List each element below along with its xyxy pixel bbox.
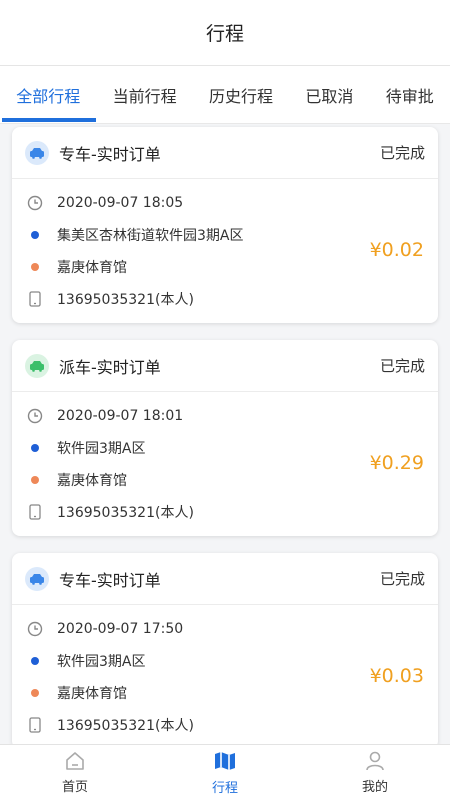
nav-profile[interactable]: 我的 bbox=[320, 750, 430, 795]
page-title: 行程 bbox=[205, 23, 244, 45]
passenger-phone: 13695035321(本人) bbox=[57, 292, 194, 308]
order-price: ¥0.02 bbox=[369, 239, 424, 261]
bottom-tab-bar: 首页 行程 我的 bbox=[0, 744, 450, 800]
order-type: 专车-实时订单 bbox=[59, 570, 161, 590]
nav-home[interactable]: 首页 bbox=[20, 750, 130, 795]
order-card[interactable]: 专车-实时订单 已完成 2020-09-07 18:05 集美区杏林街道软件园3… bbox=[12, 127, 438, 323]
passenger-phone: 13695035321(本人) bbox=[57, 718, 194, 734]
order-time-row: 2020-09-07 17:50 bbox=[25, 613, 425, 645]
nav-home-label: 首页 bbox=[61, 780, 88, 795]
order-details: 2020-09-07 18:01 软件园3期A区 嘉庚体育馆 136950353… bbox=[12, 392, 438, 528]
phone-row: 13695035321(本人) bbox=[25, 709, 425, 741]
map-icon bbox=[215, 752, 235, 770]
origin-row: 软件园3期A区 bbox=[25, 432, 425, 464]
tab-cancelled[interactable]: 已取消 bbox=[301, 66, 357, 124]
phone-row: 13695035321(本人) bbox=[25, 283, 425, 315]
order-time-row: 2020-09-07 18:05 bbox=[25, 187, 425, 219]
trip-filter-tabs: 全部行程 当前行程 历史行程 已取消 待审批 bbox=[0, 66, 450, 124]
order-time: 2020-09-07 17:50 bbox=[57, 621, 184, 637]
tab-current-trips[interactable]: 当前行程 bbox=[109, 66, 181, 124]
passenger-phone: 13695035321(本人) bbox=[57, 505, 194, 521]
order-time-row: 2020-09-07 18:01 bbox=[25, 400, 425, 432]
destination-dot-icon bbox=[25, 683, 45, 703]
nav-trips-label: 行程 bbox=[211, 781, 238, 796]
destination-address: 嘉庚体育馆 bbox=[57, 686, 127, 702]
origin-address: 集美区杏林街道软件园3期A区 bbox=[57, 228, 244, 244]
origin-dot-icon bbox=[25, 651, 45, 671]
nav-trips[interactable]: 行程 bbox=[170, 749, 280, 796]
origin-dot-icon bbox=[25, 438, 45, 458]
origin-row: 软件园3期A区 bbox=[25, 645, 425, 677]
dispatch-car-icon bbox=[25, 353, 49, 378]
destination-dot-icon bbox=[25, 470, 45, 490]
order-card[interactable]: 专车-实时订单 已完成 2020-09-07 17:50 软件园3期A区 嘉庚体… bbox=[12, 553, 438, 745]
phone-row: 13695035321(本人) bbox=[25, 496, 425, 528]
clock-icon bbox=[25, 193, 45, 213]
order-type: 专车-实时订单 bbox=[59, 144, 161, 164]
order-time: 2020-09-07 18:01 bbox=[57, 408, 184, 424]
order-time: 2020-09-07 18:05 bbox=[57, 195, 184, 211]
clock-icon bbox=[25, 619, 45, 639]
car-icon bbox=[25, 566, 49, 591]
order-card[interactable]: 派车-实时订单 已完成 2020-09-07 18:01 软件园3期A区 嘉庚体… bbox=[12, 340, 438, 536]
tab-all-trips[interactable]: 全部行程 bbox=[2, 66, 97, 124]
person-icon bbox=[366, 751, 384, 771]
origin-row: 集美区杏林街道软件园3期A区 bbox=[25, 219, 425, 251]
header-bar: 行程 bbox=[0, 0, 450, 66]
car-icon bbox=[25, 140, 49, 165]
order-status: 已完成 bbox=[379, 357, 425, 375]
order-price: ¥0.29 bbox=[369, 452, 424, 474]
order-card-header: 专车-实时订单 已完成 bbox=[12, 127, 438, 179]
order-details: 2020-09-07 17:50 软件园3期A区 嘉庚体育馆 136950353… bbox=[12, 605, 438, 741]
order-card-header: 派车-实时订单 已完成 bbox=[12, 340, 438, 392]
destination-row: 嘉庚体育馆 bbox=[25, 251, 425, 283]
order-status: 已完成 bbox=[379, 144, 425, 162]
origin-address: 软件园3期A区 bbox=[57, 654, 146, 670]
nav-profile-label: 我的 bbox=[361, 780, 388, 795]
clock-icon bbox=[25, 406, 45, 426]
phone-icon bbox=[25, 502, 45, 522]
order-card-header: 专车-实时订单 已完成 bbox=[12, 553, 438, 605]
phone-icon bbox=[25, 715, 45, 735]
destination-dot-icon bbox=[25, 257, 45, 277]
destination-address: 嘉庚体育馆 bbox=[57, 473, 127, 489]
destination-address: 嘉庚体育馆 bbox=[57, 260, 127, 276]
destination-row: 嘉庚体育馆 bbox=[25, 677, 425, 709]
order-status: 已完成 bbox=[379, 570, 425, 588]
order-price: ¥0.03 bbox=[369, 665, 424, 687]
order-type: 派车-实时订单 bbox=[59, 357, 161, 377]
origin-address: 软件园3期A区 bbox=[57, 441, 146, 457]
origin-dot-icon bbox=[25, 225, 45, 245]
destination-row: 嘉庚体育馆 bbox=[25, 464, 425, 496]
order-details: 2020-09-07 18:05 集美区杏林街道软件园3期A区 嘉庚体育馆 13… bbox=[12, 179, 438, 315]
tab-pending-approval[interactable]: 待审批 bbox=[382, 66, 438, 124]
phone-icon bbox=[25, 289, 45, 309]
home-icon bbox=[66, 752, 84, 770]
tab-history-trips[interactable]: 历史行程 bbox=[205, 66, 277, 124]
order-list[interactable]: 专车-实时订单 已完成 2020-09-07 18:05 集美区杏林街道软件园3… bbox=[0, 125, 450, 745]
